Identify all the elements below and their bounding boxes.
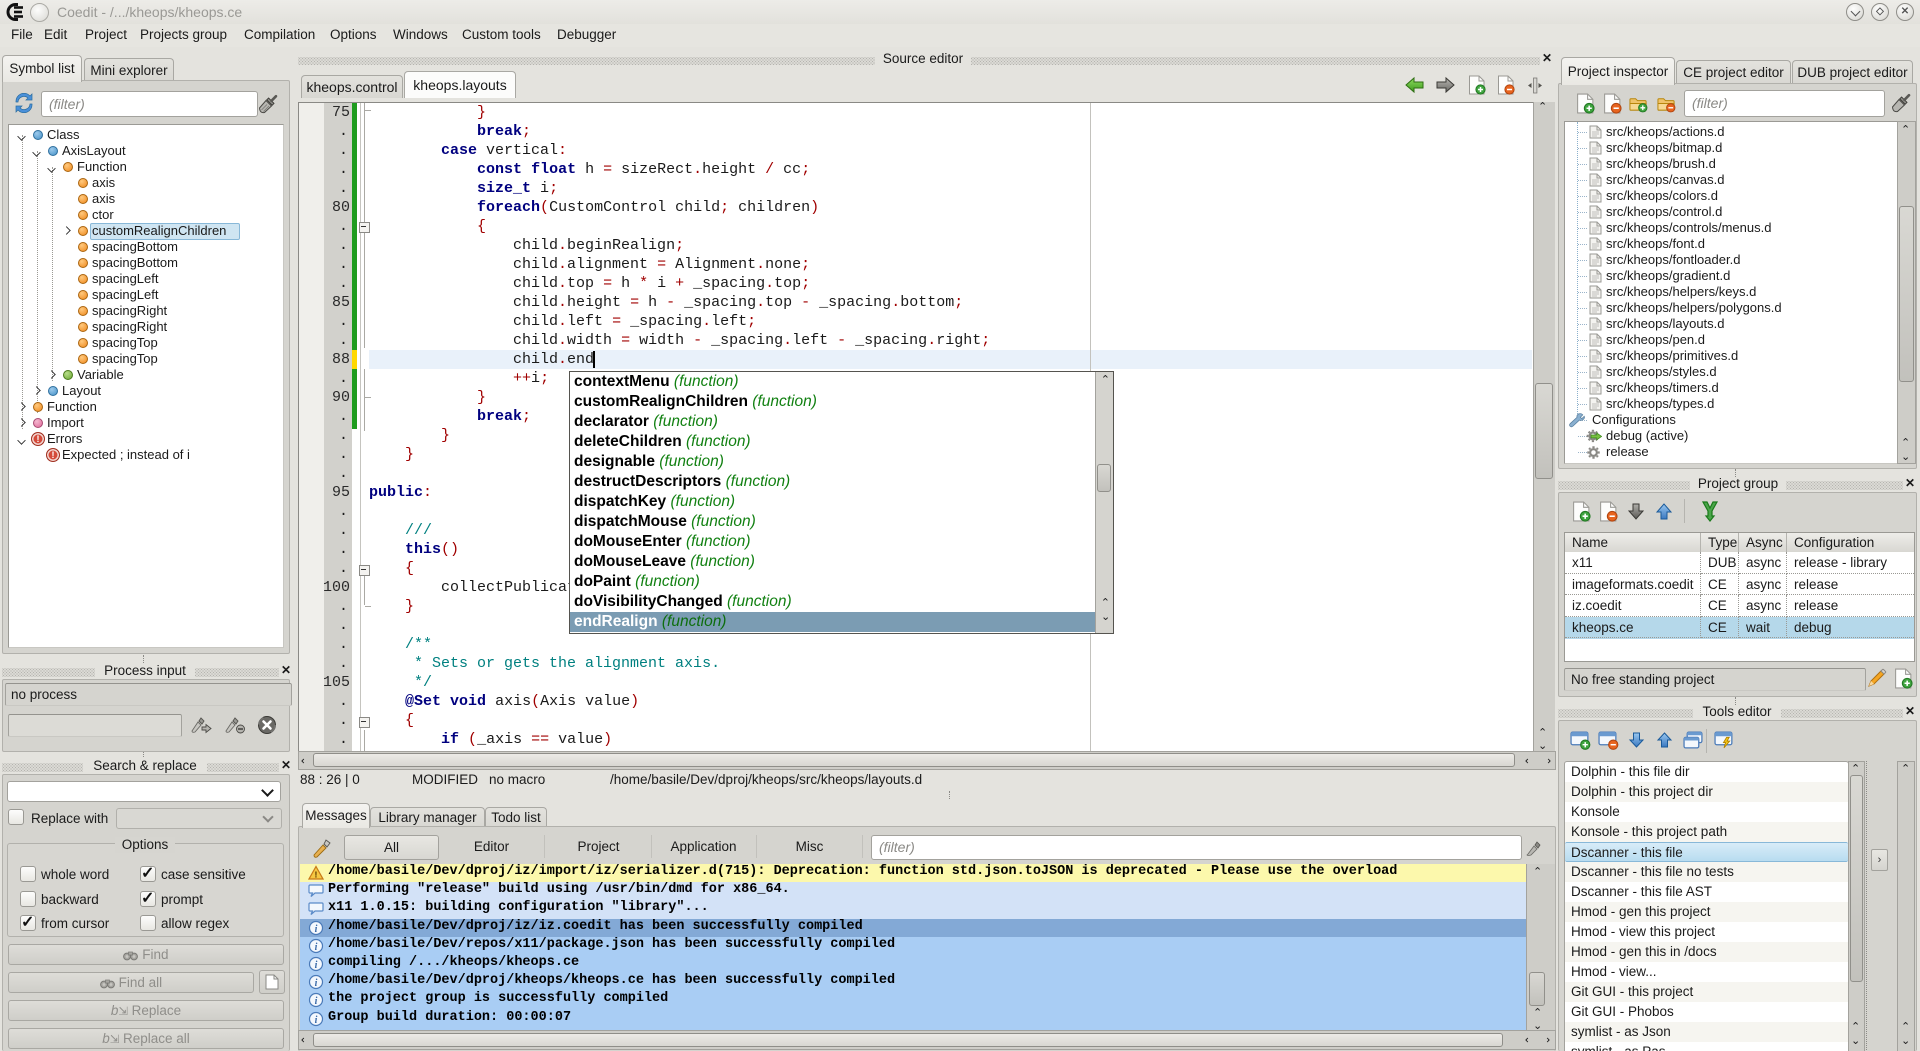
svg-text:i: i	[315, 1015, 318, 1026]
svg-text:i: i	[315, 942, 318, 953]
svg-text:i: i	[315, 924, 318, 935]
svg-text:!: !	[313, 871, 318, 881]
svg-text:i: i	[315, 996, 318, 1007]
svg-text:i: i	[315, 960, 318, 971]
svg-text:i: i	[315, 978, 318, 989]
